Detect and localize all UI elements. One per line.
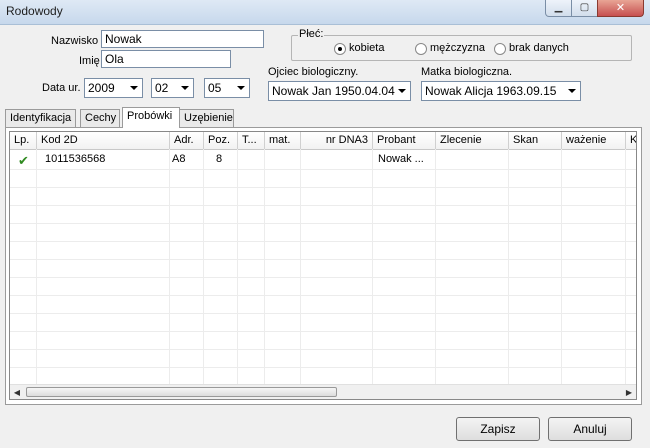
plec-label: Płeć:	[298, 28, 325, 40]
ojciec-select[interactable]: Nowak Jan 1950.04.04	[268, 81, 411, 101]
grid-line	[508, 149, 509, 388]
grid-line	[10, 367, 636, 368]
column-header-nr-dna3[interactable]: nr DNA3	[301, 132, 373, 149]
chevron-down-icon[interactable]	[233, 80, 248, 96]
radio-brak-danych[interactable]	[494, 43, 506, 55]
column-header-wazenie[interactable]: ważenie	[562, 132, 626, 149]
column-header-poz[interactable]: Poz.	[204, 132, 238, 149]
minimize-button[interactable]: ▁	[545, 0, 572, 17]
radio-kobieta-label[interactable]: kobieta	[349, 42, 384, 54]
imie-label: Imię	[79, 55, 100, 67]
grid-line	[203, 149, 204, 388]
check-icon: ✔	[18, 153, 29, 168]
column-header-skan[interactable]: Skan	[509, 132, 562, 149]
ojciec-value: Nowak Jan 1950.04.04	[272, 84, 395, 98]
column-header-probant[interactable]: Probant	[373, 132, 436, 149]
grid-line	[169, 149, 170, 388]
cancel-button[interactable]: Anuluj	[548, 417, 632, 441]
window-title: Rodowody	[6, 4, 63, 18]
rodowody-window: Rodowody ▁ ▢ ✕ Nazwisko Imię Data ur. 20…	[0, 0, 650, 448]
grid-line	[10, 331, 636, 332]
grid-line	[10, 205, 636, 206]
ojciec-label: Ojciec biologiczny.	[268, 66, 359, 78]
probowki-grid[interactable]: Lp. Kod 2D Adr. Poz. T... mat. nr DNA3 P…	[9, 131, 637, 400]
radio-mezczyzna-label[interactable]: mężczyzna	[430, 42, 485, 54]
grid-line	[36, 149, 37, 388]
close-button[interactable]: ✕	[597, 0, 644, 17]
grid-line	[372, 149, 373, 388]
tab-cechy[interactable]: Cechy	[80, 109, 120, 127]
scroll-right-icon[interactable]: ▶	[622, 385, 636, 399]
grid-line	[625, 149, 626, 388]
column-header-zlecenie[interactable]: Zlecenie	[436, 132, 509, 149]
day-value: 05	[208, 81, 222, 95]
column-header-adr[interactable]: Adr.	[170, 132, 204, 149]
title-bar[interactable]: Rodowody ▁ ▢ ✕	[0, 0, 650, 25]
scroll-left-icon[interactable]: ◀	[10, 385, 24, 399]
cell-kod-2d: 1011536568	[45, 153, 106, 165]
grid-line	[435, 149, 436, 388]
grid-line	[300, 149, 301, 388]
cell-probant: Nowak ...	[378, 153, 424, 165]
grid-header: Lp. Kod 2D Adr. Poz. T... mat. nr DNA3 P…	[10, 132, 636, 150]
month-select[interactable]: 02	[151, 78, 194, 98]
month-value: 02	[155, 81, 169, 95]
data-ur-label: Data ur.	[42, 82, 81, 94]
column-header-t[interactable]: T...	[238, 132, 265, 149]
grid-line	[10, 169, 636, 170]
maximize-button[interactable]: ▢	[571, 0, 598, 17]
cell-poz: 8	[216, 153, 223, 165]
maximize-icon: ▢	[579, 2, 590, 13]
nazwisko-label: Nazwisko	[51, 35, 99, 47]
imie-input[interactable]	[101, 50, 231, 68]
chevron-down-icon[interactable]	[126, 80, 141, 96]
minimize-icon: ▁	[554, 2, 563, 13]
matka-label: Matka biologiczna.	[421, 66, 513, 78]
radio-mezczyzna[interactable]	[415, 43, 427, 55]
save-button[interactable]: Zapisz	[456, 417, 540, 441]
grid-line	[237, 149, 238, 388]
year-select[interactable]: 2009	[84, 78, 143, 98]
radio-kobieta[interactable]	[334, 43, 346, 55]
day-select[interactable]: 05	[204, 78, 250, 98]
chevron-down-icon[interactable]	[177, 80, 192, 96]
tab-identyfikacja[interactable]: Identyfikacja	[5, 109, 76, 127]
column-header-lp[interactable]: Lp.	[10, 132, 37, 149]
horizontal-scrollbar[interactable]: ◀ ▶	[10, 384, 636, 399]
grid-line	[10, 295, 636, 296]
grid-line	[10, 241, 636, 242]
grid-line	[10, 313, 636, 314]
close-icon: ✕	[615, 2, 626, 14]
chevron-down-icon[interactable]	[564, 83, 579, 99]
chevron-down-icon[interactable]	[394, 83, 409, 99]
matka-select[interactable]: Nowak Alicja 1963.09.15	[421, 81, 581, 101]
grid-line	[10, 349, 636, 350]
scrollbar-thumb[interactable]	[26, 387, 337, 397]
matka-value: Nowak Alicja 1963.09.15	[425, 84, 557, 98]
grid-line	[10, 259, 636, 260]
year-value: 2009	[88, 81, 115, 95]
grid-line	[561, 149, 562, 388]
tab-probowki[interactable]: Probówki	[122, 107, 180, 128]
tab-uzebienie[interactable]: Uzębienie	[179, 109, 234, 127]
grid-line	[10, 187, 636, 188]
grid-line	[10, 277, 636, 278]
column-header-kod-2d[interactable]: Kod 2D	[37, 132, 170, 149]
grid-line	[264, 149, 265, 388]
nazwisko-input[interactable]	[101, 30, 264, 48]
column-header-mat[interactable]: mat.	[265, 132, 301, 149]
column-header-k[interactable]: K	[626, 132, 636, 149]
cell-adr: A8	[172, 153, 186, 165]
radio-brak-danych-label[interactable]: brak danych	[509, 42, 569, 54]
grid-line	[10, 223, 636, 224]
